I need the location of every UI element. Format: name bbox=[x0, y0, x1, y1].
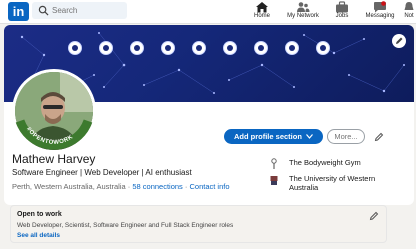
open-to-work-card: Open to work Web Developer, Scientist, S… bbox=[10, 205, 387, 243]
contact-info-link[interactable]: Contact info bbox=[190, 182, 230, 191]
nav-my-network-label: My Network bbox=[287, 13, 319, 19]
search-input[interactable] bbox=[52, 2, 124, 19]
pencil-icon bbox=[396, 37, 403, 44]
nav-home-label: Home bbox=[253, 13, 270, 19]
gym-icon bbox=[271, 158, 277, 169]
edit-open-to-work-pencil-icon[interactable] bbox=[369, 211, 379, 221]
see-all-details-link[interactable]: See all details bbox=[17, 232, 60, 239]
edit-intro-pencil-icon[interactable] bbox=[374, 132, 384, 142]
nav-messaging[interactable]: Messaging bbox=[365, 0, 395, 24]
jobs-icon bbox=[336, 1, 348, 13]
separator: · bbox=[184, 182, 188, 191]
profile-location: Perth, Western Australia, Australia bbox=[12, 182, 126, 191]
profile-card: #OPENTOWORK Add profile section More... … bbox=[4, 25, 414, 205]
grid-icon bbox=[316, 41, 330, 55]
university-icon bbox=[270, 176, 278, 185]
experience-name: The Bodyweight Gym bbox=[289, 158, 361, 167]
nav-notifications[interactable]: Not bbox=[402, 0, 416, 24]
open-to-work-title: Open to work bbox=[17, 211, 62, 218]
tool-icon bbox=[68, 41, 82, 55]
github-icon bbox=[223, 41, 237, 55]
slides-icon bbox=[161, 41, 175, 55]
shield-icon bbox=[99, 41, 113, 55]
nav-jobs-label: Jobs bbox=[335, 13, 349, 19]
code-icon bbox=[192, 41, 206, 55]
cube-icon bbox=[130, 41, 144, 55]
home-icon bbox=[256, 2, 268, 13]
open-to-work-roles: Web Developer, Scientist, Software Engin… bbox=[17, 222, 234, 229]
messaging-icon bbox=[374, 1, 386, 13]
nav-messaging-label: Messaging bbox=[365, 13, 395, 19]
profile-photo[interactable]: #OPENTOWORK bbox=[12, 69, 96, 153]
profile-headline: Software Engineer | Web Developer | AI e… bbox=[12, 168, 192, 177]
nav-home[interactable]: Home bbox=[251, 0, 273, 24]
edit-banner-button[interactable] bbox=[392, 34, 406, 48]
education-name: The University of Western Australia bbox=[289, 174, 376, 192]
linkedin-icon bbox=[254, 41, 268, 55]
network-icon bbox=[297, 2, 310, 12]
search-icon bbox=[38, 5, 49, 16]
profile-name: Mathew Harvey bbox=[12, 152, 96, 166]
nav-jobs[interactable]: Jobs bbox=[332, 0, 352, 24]
linkedin-logo-icon[interactable]: in bbox=[8, 2, 29, 21]
chevron-down-icon bbox=[306, 134, 313, 139]
profile-location-line: Perth, Western Australia, Australia · 58… bbox=[12, 182, 230, 191]
share-icon bbox=[285, 41, 299, 55]
nav-notifications-label: Not bbox=[404, 13, 414, 19]
top-nav-bar: in Home My Network Jobs Messaging bbox=[0, 0, 416, 24]
connections-link[interactable]: 58 connections bbox=[132, 182, 182, 191]
add-profile-section-label: Add profile section bbox=[233, 132, 302, 141]
more-button[interactable]: More... bbox=[327, 129, 365, 144]
nav-my-network[interactable]: My Network bbox=[283, 0, 323, 24]
add-profile-section-button[interactable]: Add profile section bbox=[224, 129, 323, 144]
open-to-work-ring: #OPENTOWORK bbox=[15, 119, 93, 150]
separator: · bbox=[127, 182, 131, 191]
search-box[interactable] bbox=[32, 2, 127, 19]
notifications-icon bbox=[404, 2, 414, 10]
